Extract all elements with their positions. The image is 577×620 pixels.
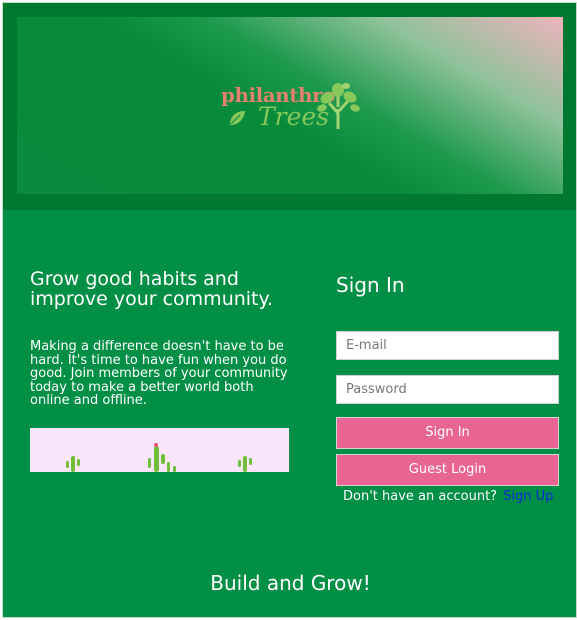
signin-button[interactable]: Sign In xyxy=(336,417,559,449)
intro-description: Making a difference doesn't have to be h… xyxy=(30,339,288,408)
cactus-icon xyxy=(66,443,252,472)
no-account-text: Don't have an account? xyxy=(343,489,498,504)
email-input[interactable] xyxy=(336,331,559,360)
hero-banner: philanthro Trees xyxy=(3,3,576,210)
tree-icon xyxy=(317,83,360,129)
brand-logo: philanthro Trees xyxy=(221,79,361,137)
signup-prompt: Don't have an account? Sign Up xyxy=(343,489,553,504)
hero-gradient: philanthro Trees xyxy=(17,17,563,194)
footer-slogan: Build and Grow! xyxy=(210,571,371,595)
intro-headline: Grow good habits and improve your commun… xyxy=(30,268,274,310)
cactus-illustration xyxy=(30,428,289,472)
password-input[interactable] xyxy=(336,375,559,404)
signin-title: Sign In xyxy=(336,273,405,297)
guest-login-button[interactable]: Guest Login xyxy=(336,454,559,486)
leaf-icon xyxy=(230,111,245,125)
page-container: philanthro Trees Grow good habits and im… xyxy=(2,2,577,618)
signup-link[interactable]: Sign Up xyxy=(503,489,553,504)
